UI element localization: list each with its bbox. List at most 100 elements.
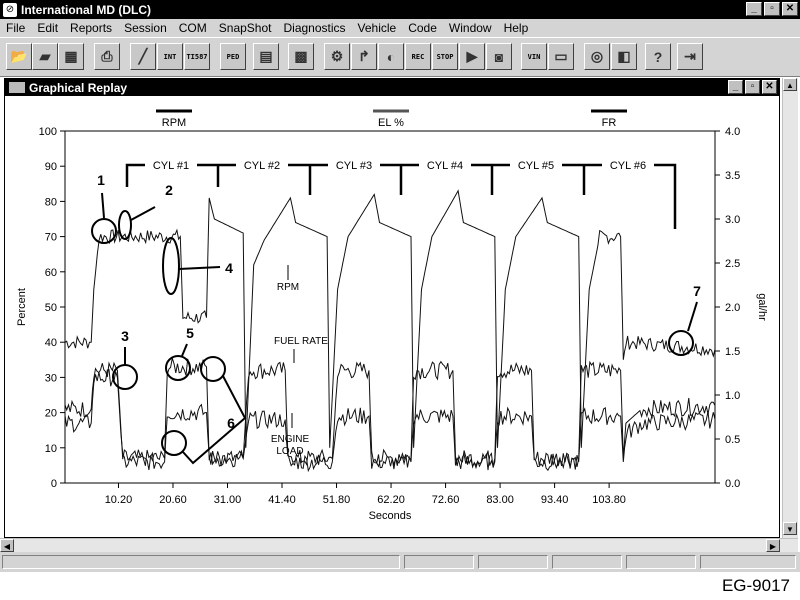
sensor-icon[interactable]: ◎ xyxy=(584,43,610,70)
y-tick-label-right: 0.0 xyxy=(725,478,740,490)
callout-number-3: 3 xyxy=(121,328,129,344)
menu-file[interactable]: File xyxy=(0,21,31,35)
callout-number-1: 1 xyxy=(97,172,105,188)
status-cell xyxy=(478,555,548,569)
y-axis-right: 0.0 0.5 1.0 1.5 2.0 2.5 3.0 3.5 4.0 xyxy=(715,126,740,490)
x-tick-label: 20.60 xyxy=(159,494,187,506)
stop-icon[interactable]: STOP xyxy=(432,43,458,70)
status-bar xyxy=(0,552,800,572)
exit-icon[interactable]: ⇥ xyxy=(677,43,703,70)
legend-label-fr[interactable]: FR xyxy=(602,117,617,129)
child-maximize-button[interactable]: ▫ xyxy=(745,80,760,94)
engine-icon[interactable]: ⚙ xyxy=(324,43,350,70)
menu-window[interactable]: Window xyxy=(443,21,498,35)
int-icon[interactable]: INT xyxy=(157,43,183,70)
figure-label: EG-9017 xyxy=(721,576,790,595)
record-icon[interactable]: REC xyxy=(405,43,431,70)
callout-circle-4 xyxy=(162,237,180,295)
graph-icon[interactable]: ╱ xyxy=(130,43,156,70)
y-axis-left-label: Percent xyxy=(16,288,28,326)
vin-icon[interactable]: VIN xyxy=(521,43,547,70)
child-window-controls: _ ▫ ✕ xyxy=(728,80,777,94)
print-icon[interactable]: ⎙ xyxy=(94,43,120,70)
menu-help[interactable]: Help xyxy=(498,21,535,35)
monitor-icon[interactable]: ▭ xyxy=(548,43,574,70)
menu-diagnostics[interactable]: Diagnostics xyxy=(277,21,351,35)
app-title-bar: ⊘ International MD (DLC) _ ▫ ✕ xyxy=(0,0,800,19)
menu-snapshot[interactable]: SnapShot xyxy=(213,21,278,35)
callout-circle-1 xyxy=(91,218,117,244)
scroll-up-arrow-icon[interactable]: ▲ xyxy=(783,78,797,91)
status-cell xyxy=(404,555,474,569)
playback-icon[interactable]: ▶ xyxy=(459,43,485,70)
child-minimize-button[interactable]: _ xyxy=(728,80,743,94)
x-tick-label: 41.40 xyxy=(268,494,296,506)
callout-leader-2 xyxy=(130,206,156,221)
scroll-down-arrow-icon[interactable]: ▼ xyxy=(783,522,797,535)
status-cell xyxy=(626,555,696,569)
gauge-icon[interactable]: ◐ xyxy=(378,43,404,70)
y-tick-label-left: 70 xyxy=(45,232,57,244)
callout-leader-4 xyxy=(178,266,221,270)
help-icon[interactable]: ? xyxy=(645,43,671,70)
inline-labels: RPM FUEL RATE ENGINE LOAD xyxy=(271,265,328,457)
x-tick-label: 10.20 xyxy=(105,494,133,506)
y-axis-left: 0 10 20 30 40 50 60 70 80 90 100 xyxy=(39,126,65,490)
x-axis-label: Seconds xyxy=(369,510,412,522)
y-tick-label-left: 40 xyxy=(45,337,57,349)
app-icon[interactable]: ⊘ xyxy=(3,2,17,17)
legend: RPM EL % FR xyxy=(156,109,627,129)
x-tick-label: 103.80 xyxy=(592,494,626,506)
menu-com[interactable]: COM xyxy=(173,21,213,35)
callout-numbers: 1 2 3 4 5 6 7 xyxy=(97,172,701,431)
y-tick-label-right: 0.5 xyxy=(725,434,740,446)
menu-edit[interactable]: Edit xyxy=(31,21,64,35)
child-title-bar: Graphical Replay _ ▫ ✕ xyxy=(5,79,779,96)
menu-vehicle[interactable]: Vehicle xyxy=(352,21,403,35)
scroll-right-arrow-icon[interactable]: ▶ xyxy=(766,539,780,552)
y-tick-label-right: 2.0 xyxy=(725,302,740,314)
vertical-scrollbar[interactable]: ▲ ▼ xyxy=(782,78,798,538)
y-tick-label-right: 1.0 xyxy=(725,390,740,402)
legend-label-rpm[interactable]: RPM xyxy=(162,117,186,129)
save-icon[interactable]: ▰ xyxy=(32,43,58,70)
open-icon[interactable]: 📂 xyxy=(6,43,32,70)
y-tick-label-left: 50 xyxy=(45,302,57,314)
callout-number-2: 2 xyxy=(165,182,173,198)
close-button[interactable]: ✕ xyxy=(782,2,798,16)
callout-number-6: 6 xyxy=(227,415,235,431)
session-icon[interactable]: ▩ xyxy=(288,43,314,70)
y-tick-label-right: 4.0 xyxy=(725,126,740,138)
window-icon[interactable]: ◧ xyxy=(611,43,637,70)
child-close-button[interactable]: ✕ xyxy=(762,80,777,94)
status-cell xyxy=(700,555,796,569)
minimize-button[interactable]: _ xyxy=(746,2,762,16)
menu-reports[interactable]: Reports xyxy=(64,21,118,35)
callout-circle-7 xyxy=(668,330,694,356)
ti587-icon[interactable]: TI587 xyxy=(184,43,210,70)
injector-icon[interactable]: ↱ xyxy=(351,43,377,70)
menu-code[interactable]: Code xyxy=(402,21,443,35)
y-axis-right-label: gal/hr xyxy=(756,293,768,321)
horizontal-scrollbar[interactable]: ◀ ▶ xyxy=(0,538,798,552)
data-icon[interactable]: ▤ xyxy=(253,43,279,70)
window-controls: _ ▫ ✕ xyxy=(746,2,798,16)
series-line-rpm xyxy=(64,189,716,448)
scroll-left-arrow-icon[interactable]: ◀ xyxy=(0,539,14,552)
x-tick-label: 62.20 xyxy=(377,494,405,506)
app-title: International MD (DLC) xyxy=(21,2,151,17)
cyl-label-2: CYL #2 xyxy=(244,160,280,172)
cyl-label-3: CYL #3 xyxy=(336,160,372,172)
callout-leader-5 xyxy=(181,343,188,357)
replay-chart: RPM EL % FR 0102030405060708090100 0.00.… xyxy=(16,109,768,522)
restore-button[interactable]: ▫ xyxy=(764,2,780,16)
legend-label-el[interactable]: EL % xyxy=(378,117,404,129)
cyl-label-6: CYL #6 xyxy=(610,160,646,172)
replay-window-icon xyxy=(9,82,25,93)
menu-session[interactable]: Session xyxy=(118,21,173,35)
ped-icon[interactable]: PED xyxy=(220,43,246,70)
print-preview-icon[interactable]: ▦ xyxy=(58,43,84,70)
callout-number-4: 4 xyxy=(225,260,233,276)
camera-icon[interactable]: ◙ xyxy=(486,43,512,70)
label-rpm: RPM xyxy=(277,282,299,293)
